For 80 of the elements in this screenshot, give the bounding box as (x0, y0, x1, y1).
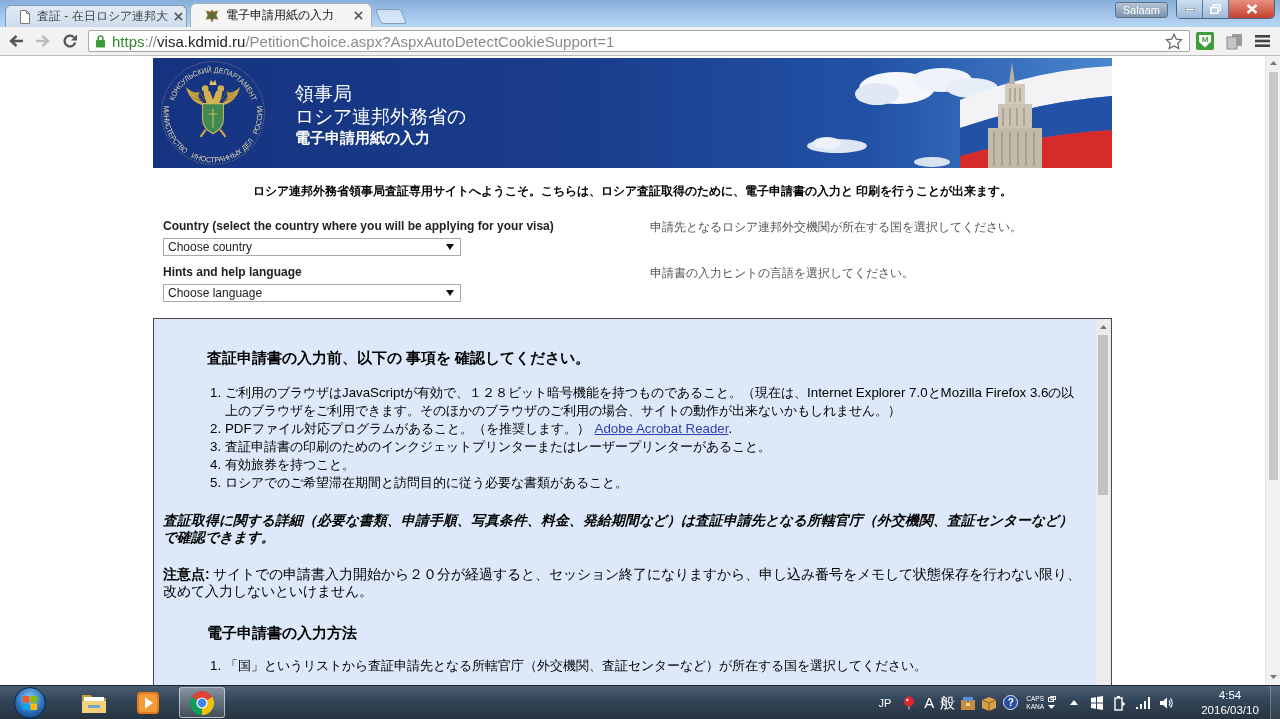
caret-icon (446, 290, 454, 296)
list-number: 4. (210, 456, 223, 474)
start-logo-icon (22, 694, 38, 711)
list-item-text: 有効旅券を持つこと。 (225, 456, 356, 474)
list-number: 2. (210, 420, 223, 438)
list-number: 5. (210, 474, 223, 492)
small-window-icon[interactable] (1048, 696, 1056, 702)
cloud-drawing (807, 137, 867, 153)
extension-button[interactable]: M (1196, 32, 1214, 50)
close-icon[interactable] (354, 11, 363, 20)
list-item-text: ロシアでのご希望滞在期間と訪問目的に従う必要な書類があること。 (225, 474, 629, 492)
caret-icon (446, 244, 454, 250)
banner-title: 電子申請用紙の入力 (295, 128, 431, 147)
ime-mode-button[interactable]: A (924, 693, 935, 712)
hint-text: 申請先となるロシア連邦外交機関が所在する国を選択してください。 (650, 219, 1023, 236)
minimize-button[interactable] (1177, 0, 1203, 18)
emblem-icon (204, 7, 220, 24)
list-item-text: PDFファイル対応プログラムがあること。（を推奨します。） Adobe Acrobat Reader. (225, 420, 734, 438)
ime-kanji-button[interactable]: 般 (940, 693, 956, 712)
select-dropdown[interactable]: Choose country (163, 238, 461, 256)
list-item-text: 査証申請書の印刷のためのインクジェットプリンターまたはレーザープリンターがあること。 (225, 438, 772, 456)
speaker-icon[interactable] (1159, 695, 1173, 710)
cloud-drawing (914, 157, 950, 167)
close-icon (1245, 4, 1258, 14)
restore-icon (1210, 4, 1221, 14)
restore-button[interactable] (1203, 0, 1229, 18)
page-scrollbar[interactable] (1265, 56, 1280, 685)
menu-icon[interactable] (1255, 34, 1270, 48)
caret-icon[interactable] (1048, 705, 1055, 709)
play-icon (136, 690, 160, 715)
clock-time[interactable]: 4:54 (1218, 687, 1242, 703)
close-icon[interactable] (173, 12, 183, 21)
select-dropdown[interactable]: Choose language (163, 284, 461, 302)
field-label: Country (select the country where you will be applying for your visa) (163, 219, 555, 234)
banner-title: 領事局 (295, 83, 353, 106)
language-indicator[interactable]: JP (878, 696, 892, 709)
warning-text: 注意点: サイトでの申請書入力開始から２０分が経過すると、セッション終了になりますから、申し込み番号をメモして状態保存を行わない限り、改めて入力しないといけません。 (163, 566, 1083, 600)
help-button[interactable]: ? (1003, 695, 1019, 710)
window-panes-icon[interactable] (1090, 695, 1104, 710)
star-icon[interactable] (1165, 32, 1183, 50)
list-number: 1. (210, 657, 223, 675)
pin-icon[interactable] (903, 695, 916, 710)
scroll-down-icon[interactable] (1269, 675, 1277, 679)
browser-tab[interactable]: 査証 - 在日ロシア連邦大 (5, 5, 187, 27)
signal-icon[interactable] (1136, 696, 1150, 709)
reload-icon[interactable] (62, 33, 78, 49)
start-button[interactable] (14, 686, 46, 719)
list-item-text: 「国」というリストから査証申請先となる所轄官庁（外交機関、査証センターなど）が所在する国を選択してください。 (225, 657, 928, 675)
clock-date[interactable]: 2016/03/10 (1201, 702, 1259, 718)
welcome-text: ロシア連邦外務省領事局査証専用サイトへようこそ。こちらは、ロシア査証取得のために、電子申請書の入力と 印刷を行うことが出来ます。 (251, 184, 1014, 199)
address-bar[interactable]: https://visa.kdmid.ru/PetitionChoice.aspx?AspxAutoDetectCookieSupport=1 (88, 30, 1190, 52)
box-icon[interactable] (981, 694, 998, 711)
show-desktop-button[interactable] (1270, 686, 1280, 719)
close-button[interactable] (1229, 0, 1274, 18)
pages-icon[interactable] (1226, 32, 1243, 50)
taskbar-app-button[interactable] (179, 687, 225, 718)
show-hidden-icon[interactable] (1070, 700, 1078, 705)
panel-scrollbar[interactable] (1096, 320, 1110, 685)
list-item-text: ご利用のブラウザはJavaScriptが有効で、１２８ビット暗号機能を持つものであること。（現在は、Internet Explorer 7.0とMozilla Firefox 3.6の以上のブラウザをご利用できます。そのほかのブラウザのご利用の場合、サイトの動作が出来ないかもしれません。） (225, 384, 1076, 420)
scrollbar-thumb[interactable] (1098, 335, 1108, 495)
battery-icon[interactable] (1114, 694, 1126, 711)
browser-tab[interactable]: 電子申請用紙の入力 (190, 3, 372, 27)
scroll-up-icon[interactable] (1269, 61, 1277, 65)
reader-link[interactable]: Adobe Acrobat Reader (594, 421, 729, 436)
scroll-up-icon[interactable] (1099, 325, 1107, 329)
scrollbar-thumb[interactable] (1268, 72, 1278, 480)
page-icon (19, 9, 31, 24)
minimize-icon (1184, 7, 1195, 11)
toolbox-icon[interactable] (960, 694, 977, 711)
section-heading: 査証申請書の入力前、以下の 事項を 確認してください。 (207, 349, 592, 367)
note-text: 査証取得に関する詳細（必要な書類、申請手順、写真条件、料金、発給期間など）は査証申請先となる所轄官庁（外交機関、査証センターなど）で確認できます。 (163, 512, 1074, 546)
field-label: Hints and help language (163, 265, 303, 280)
list-number: 3. (210, 438, 223, 456)
round-logo-icon (189, 689, 215, 716)
hint-text: 申請書の入力ヒントの言語を選択してください。 (650, 265, 915, 282)
list-number: 1. (210, 384, 223, 402)
back-icon[interactable] (8, 33, 24, 49)
banner-title: ロシア連邦外務省の (295, 105, 466, 129)
lock-icon (95, 34, 106, 48)
section-heading: 電子申請書の入力方法 (207, 624, 358, 642)
